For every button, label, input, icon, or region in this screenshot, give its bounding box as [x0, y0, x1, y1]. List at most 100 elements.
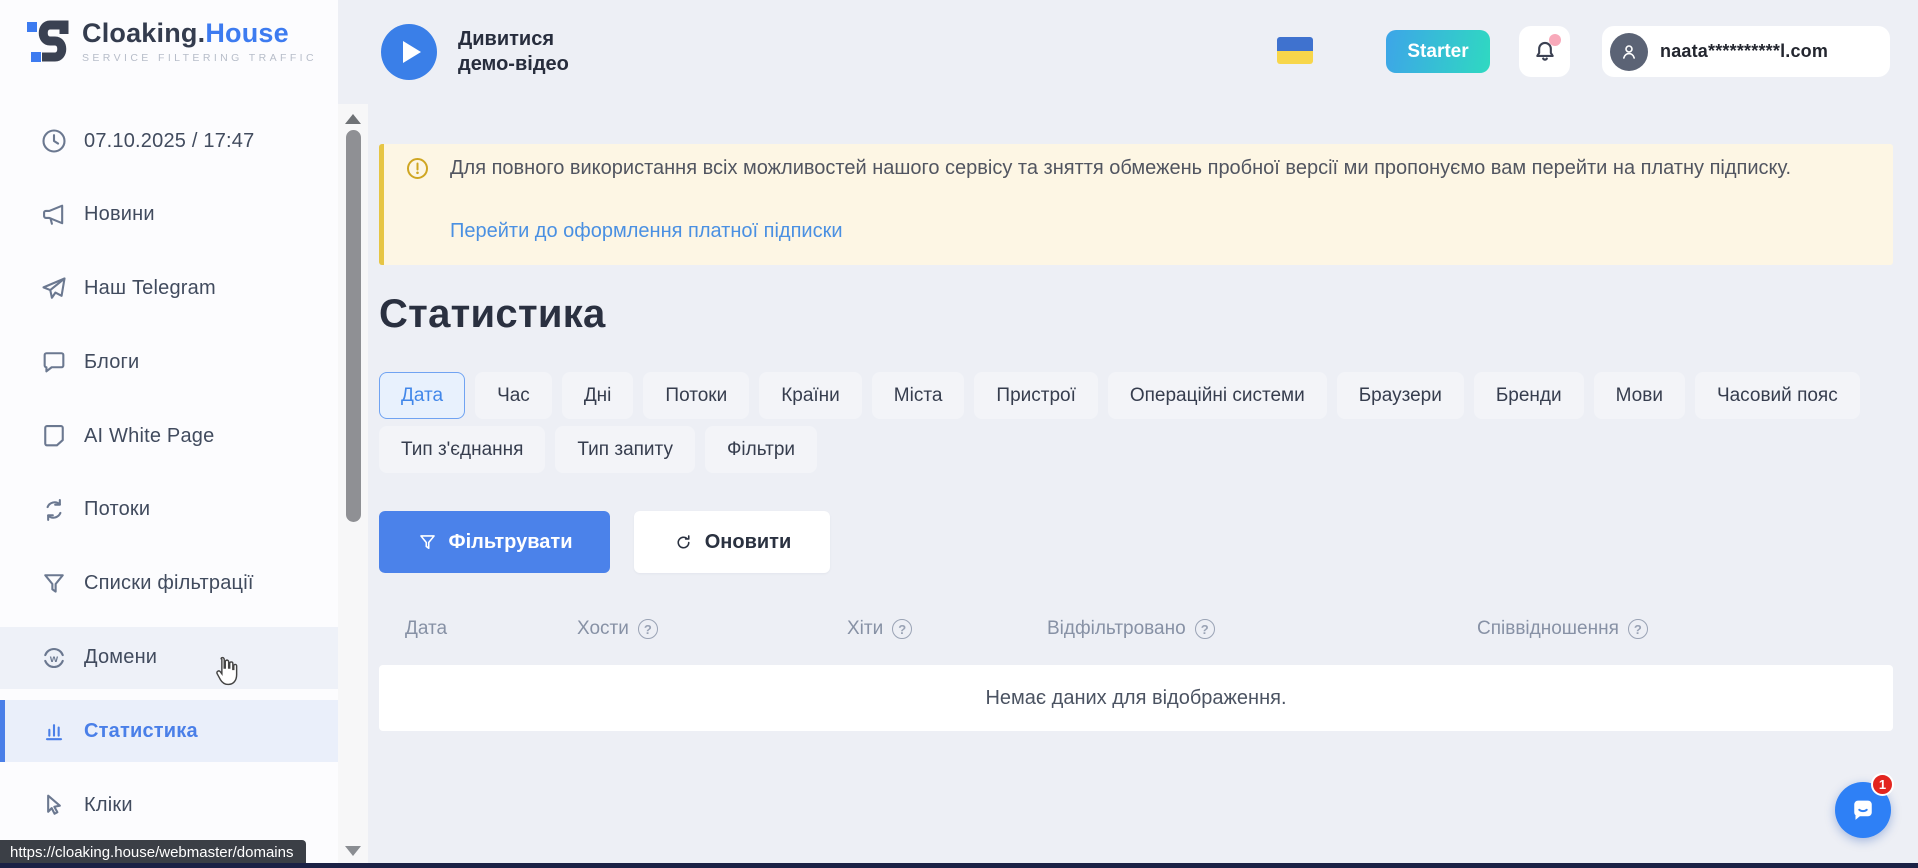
- filter-button[interactable]: Фільтрувати: [379, 511, 610, 573]
- column-label: Хости: [577, 618, 629, 640]
- refresh-button[interactable]: Оновити: [634, 511, 830, 573]
- tab-streams[interactable]: Потоки: [643, 372, 749, 419]
- sidebar-item-blogs[interactable]: Блоги: [0, 331, 338, 393]
- page-title: Статистика: [379, 292, 606, 337]
- tab-time[interactable]: Час: [475, 372, 552, 419]
- sidebar-item-date[interactable]: 07.10.2025 / 17:47: [0, 110, 338, 172]
- cursor-icon: [40, 791, 68, 819]
- stats-table-header: Дата Хости ? Хіти ? Відфільтровано ? Спі…: [379, 607, 1893, 651]
- user-account-menu[interactable]: naata**********l.com: [1602, 26, 1890, 77]
- trial-warning-banner: Для повного використання всіх можливосте…: [379, 144, 1893, 265]
- tab-cities[interactable]: Міста: [872, 372, 965, 419]
- help-icon[interactable]: ?: [1195, 619, 1215, 639]
- sidebar-item-news[interactable]: Новини: [0, 184, 338, 246]
- table-empty-state: Немає даних для відображення.: [379, 665, 1893, 731]
- column-label: Співвідношення: [1477, 618, 1619, 640]
- sidebar-menu: 07.10.2025 / 17:47 Новини Наш Telegram Б…: [0, 110, 338, 848]
- scroll-up-arrow[interactable]: [345, 114, 361, 124]
- sidebar: Cloaking.House SERVICE FILTERING TRAFFIC…: [0, 0, 338, 868]
- plan-badge-button[interactable]: Starter: [1386, 30, 1490, 73]
- column-label: Дата: [405, 618, 447, 640]
- sidebar-item-label: 07.10.2025 / 17:47: [84, 130, 254, 153]
- flag-blue-stripe: [1277, 37, 1313, 51]
- tab-brands[interactable]: Бренди: [1474, 372, 1584, 419]
- logo[interactable]: Cloaking.House SERVICE FILTERING TRAFFIC: [24, 16, 317, 66]
- scroll-thumb[interactable]: [346, 130, 361, 522]
- warning-icon: [406, 157, 429, 180]
- tab-browsers[interactable]: Браузери: [1337, 372, 1464, 419]
- tab-operating-systems[interactable]: Операційні системи: [1108, 372, 1327, 419]
- sidebar-scrollbar[interactable]: [338, 104, 368, 864]
- tab-countries[interactable]: Країни: [759, 372, 862, 419]
- tab-days[interactable]: Дні: [562, 372, 634, 419]
- page-icon: [40, 422, 68, 450]
- column-header-date: Дата: [405, 618, 577, 640]
- filter-button-label: Фільтрувати: [449, 531, 573, 554]
- sidebar-item-label: Списки фільтрації: [84, 572, 254, 595]
- column-label: Хіти: [847, 618, 883, 640]
- logo-title-accent: House: [205, 18, 289, 48]
- sidebar-item-label: Статистика: [84, 720, 198, 743]
- logo-title-primary: Cloaking.: [82, 18, 205, 48]
- chat-unread-badge: 1: [1871, 773, 1894, 796]
- notifications-button[interactable]: [1519, 26, 1570, 77]
- logo-title: Cloaking.House: [82, 18, 317, 49]
- play-icon: [403, 41, 421, 63]
- person-icon: [1617, 40, 1641, 64]
- sidebar-item-label: Кліки: [84, 794, 133, 817]
- paper-plane-icon: [40, 275, 68, 303]
- sidebar-item-streams[interactable]: Потоки: [0, 479, 338, 541]
- column-header-ratio: Співвідношення ?: [1477, 618, 1893, 640]
- tab-request-type[interactable]: Тип запиту: [555, 426, 695, 473]
- chat-messenger-icon: [1848, 795, 1878, 825]
- demo-video-label[interactable]: Дивитися демо-відео: [458, 27, 608, 77]
- sidebar-item-domains[interactable]: w Домени: [0, 627, 338, 689]
- tab-devices[interactable]: Пристрої: [974, 372, 1097, 419]
- refresh-button-label: Оновити: [705, 531, 792, 554]
- column-header-filtered: Відфільтровано ?: [1047, 618, 1477, 640]
- sidebar-item-ai-white-page[interactable]: AI White Page: [0, 405, 338, 467]
- sidebar-item-label: Новини: [84, 203, 155, 226]
- column-label: Відфільтровано: [1047, 618, 1186, 640]
- tab-languages[interactable]: Мови: [1594, 372, 1685, 419]
- help-icon[interactable]: ?: [892, 619, 912, 639]
- sidebar-item-label: Блоги: [84, 351, 139, 374]
- sidebar-item-filter-lists[interactable]: Списки фільтрації: [0, 553, 338, 615]
- tab-timezone[interactable]: Часовий пояс: [1695, 372, 1860, 419]
- hand-cursor: [209, 655, 241, 689]
- flag-yellow-stripe: [1277, 51, 1313, 65]
- sidebar-item-telegram[interactable]: Наш Telegram: [0, 258, 338, 320]
- megaphone-icon: [40, 201, 68, 229]
- help-icon[interactable]: ?: [638, 619, 658, 639]
- window-bottom-edge: [0, 863, 1918, 868]
- upgrade-subscription-link[interactable]: Перейти до оформлення платної підписки: [450, 220, 843, 243]
- sync-arrows-icon: [40, 496, 68, 524]
- scroll-down-arrow[interactable]: [345, 846, 361, 856]
- tab-date[interactable]: Дата: [379, 372, 465, 419]
- tab-filters[interactable]: Фільтри: [705, 426, 817, 473]
- sidebar-item-clicks[interactable]: Кліки: [0, 774, 338, 836]
- sidebar-item-statistics[interactable]: Статистика: [0, 700, 338, 762]
- language-flag-ukraine[interactable]: [1277, 37, 1313, 64]
- sidebar-item-label: Потоки: [84, 498, 150, 521]
- tab-connection-type[interactable]: Тип з'єднання: [379, 426, 545, 473]
- column-header-hits: Хіти ?: [847, 618, 1047, 640]
- avatar: [1610, 33, 1648, 71]
- sidebar-item-label: AI White Page: [84, 425, 214, 448]
- sidebar-item-label: Наш Telegram: [84, 277, 216, 300]
- chat-bubble-icon: [40, 348, 68, 376]
- demo-video-play-button[interactable]: [381, 24, 437, 80]
- column-header-hosts: Хости ?: [577, 618, 847, 640]
- funnel-icon: [40, 570, 68, 598]
- banner-message: Для повного використання всіх можливосте…: [450, 156, 1820, 180]
- help-icon[interactable]: ?: [1628, 619, 1648, 639]
- sidebar-item-label: Домени: [84, 646, 157, 669]
- funnel-icon: [417, 532, 438, 553]
- svg-text:w: w: [49, 653, 59, 665]
- actions-row: Фільтрувати Оновити: [379, 511, 830, 573]
- globe-w-icon: w: [40, 644, 68, 672]
- bar-chart-icon: [40, 717, 68, 745]
- logo-icon: [24, 16, 70, 66]
- logo-tagline: SERVICE FILTERING TRAFFIC: [82, 52, 317, 64]
- stats-filter-tabs: Дата Час Дні Потоки Країни Міста Пристро…: [379, 372, 1899, 473]
